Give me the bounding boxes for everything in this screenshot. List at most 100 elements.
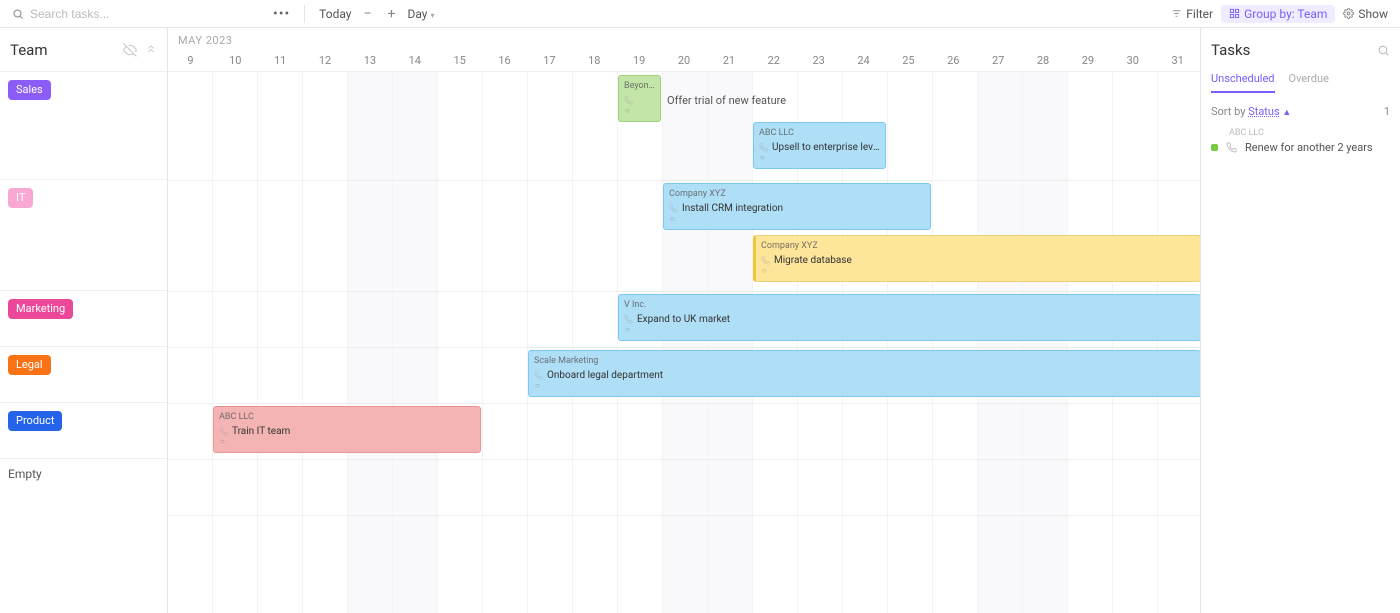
sort-by[interactable]: Sort by Status ▲ (1211, 105, 1291, 118)
task-company: Company XYZ (669, 187, 925, 201)
day-header-23[interactable]: 23 (796, 54, 841, 67)
task-card[interactable]: Company XYZInstall CRM integration○ (663, 183, 931, 230)
grid-row-line (168, 403, 1200, 404)
tab-overdue[interactable]: Overdue (1289, 72, 1329, 93)
day-header-9[interactable]: 9 (168, 54, 213, 67)
grid-column (483, 72, 528, 613)
team-row-marketing: Marketing (0, 291, 167, 347)
team-chip-marketing[interactable]: Marketing (8, 299, 73, 319)
top-toolbar: ••• Today − + Day ▾ Filter Group by: Tea… (0, 0, 1400, 28)
sort-by-label: Sort by (1211, 105, 1245, 118)
grid-column (168, 72, 213, 613)
unscheduled-item[interactable]: ABC LLC Renew for another 2 years (1211, 128, 1390, 154)
search-box[interactable] (12, 7, 185, 21)
today-button[interactable]: Today (319, 7, 351, 21)
day-header-11[interactable]: 11 (258, 54, 303, 67)
grid-column (933, 72, 978, 613)
task-float-label: Offer trial of new feature (667, 94, 786, 107)
day-header-25[interactable]: 25 (886, 54, 931, 67)
day-header-30[interactable]: 30 (1110, 54, 1155, 67)
grid-column (528, 72, 573, 613)
filter-icon (1171, 8, 1182, 19)
unscheduled-title: Renew for another 2 years (1245, 141, 1373, 154)
day-header-10[interactable]: 10 (213, 54, 258, 67)
filter-button[interactable]: Filter (1171, 7, 1213, 21)
task-indicator-icon: ○ (625, 323, 630, 337)
day-header-17[interactable]: 17 (527, 54, 572, 67)
day-header-31[interactable]: 31 (1155, 54, 1200, 67)
search-icon (12, 8, 24, 20)
collapse-icon[interactable] (145, 43, 157, 55)
team-row-it: IT (0, 180, 167, 291)
range-selector[interactable]: Day ▾ (407, 7, 434, 21)
task-card[interactable]: V Inc.Expand to UK market○ (618, 294, 1200, 341)
task-title: Onboard legal department (534, 369, 1195, 383)
tasks-tabs: Unscheduled Overdue (1211, 72, 1390, 93)
grid-row-line (168, 459, 1200, 460)
task-indicator-icon: ○ (760, 151, 765, 165)
team-chip-it[interactable]: IT (8, 188, 33, 208)
team-row-legal: Legal (0, 347, 167, 403)
timeline[interactable]: MAY 2023 9101112131415161718192021222324… (168, 28, 1200, 613)
task-indicator-icon: ○ (220, 435, 225, 449)
day-header-20[interactable]: 20 (662, 54, 707, 67)
zoom-in-button[interactable]: + (384, 6, 400, 22)
task-company: Scale Marketing (534, 354, 1195, 368)
grid-column (1068, 72, 1113, 613)
task-card[interactable]: Company XYZMigrate database○ (753, 235, 1200, 282)
group-by-button[interactable]: Group by: Team (1221, 5, 1335, 23)
tasks-count: 1 (1384, 105, 1390, 118)
grid-column (303, 72, 348, 613)
range-label: Day (407, 7, 427, 21)
search-icon[interactable] (1377, 44, 1390, 57)
eye-off-icon[interactable] (123, 43, 137, 57)
tasks-title: Tasks (1211, 41, 1250, 59)
grid-row-line (168, 515, 1200, 516)
task-company: Company XYZ (761, 239, 1195, 253)
task-card[interactable]: Beyond I...○ (618, 75, 661, 122)
tab-unscheduled[interactable]: Unscheduled (1211, 72, 1275, 93)
day-header-21[interactable]: 21 (707, 54, 752, 67)
task-company: ABC LLC (219, 410, 475, 424)
day-header-12[interactable]: 12 (303, 54, 348, 67)
unscheduled-company: ABC LLC (1229, 128, 1390, 138)
grid-column (438, 72, 483, 613)
task-card[interactable]: Scale MarketingOnboard legal department○ (528, 350, 1200, 397)
team-chip-product[interactable]: Product (8, 411, 62, 431)
search-input[interactable] (30, 7, 185, 21)
day-header-29[interactable]: 29 (1066, 54, 1111, 67)
day-header-22[interactable]: 22 (751, 54, 796, 67)
task-card[interactable]: ABC LLCUpsell to enterprise level○ (753, 122, 886, 169)
chevron-down-icon: ▾ (430, 11, 434, 20)
status-dot (1211, 144, 1218, 151)
task-title: Upsell to enterprise level (759, 141, 880, 155)
grid-column (393, 72, 438, 613)
day-header-26[interactable]: 26 (931, 54, 976, 67)
task-card[interactable]: ABC LLCTrain IT team○ (213, 406, 481, 453)
day-header-16[interactable]: 16 (482, 54, 527, 67)
grid-column (708, 72, 753, 613)
zoom-out-button[interactable]: − (359, 6, 375, 22)
day-header-18[interactable]: 18 (572, 54, 617, 67)
gear-icon (1343, 8, 1354, 19)
day-header-19[interactable]: 19 (617, 54, 662, 67)
grid-column (1113, 72, 1158, 613)
more-icon[interactable]: ••• (273, 6, 290, 22)
show-button[interactable]: Show (1343, 7, 1388, 21)
day-header-13[interactable]: 13 (348, 54, 393, 67)
task-indicator-icon: ○ (762, 264, 767, 278)
task-company: Beyond I... (624, 79, 655, 93)
team-chip-sales[interactable]: Sales (8, 80, 51, 100)
timeline-header: 9101112131415161718192021222324252627282… (168, 28, 1200, 72)
grid-column (663, 72, 708, 613)
grid-column (1023, 72, 1068, 613)
grid-column (213, 72, 258, 613)
day-header-14[interactable]: 14 (392, 54, 437, 67)
grid-row-line (168, 347, 1200, 348)
day-header-24[interactable]: 24 (841, 54, 886, 67)
day-header-15[interactable]: 15 (437, 54, 482, 67)
sort-by-value: Status (1248, 105, 1279, 118)
team-chip-legal[interactable]: Legal (8, 355, 51, 375)
day-header-27[interactable]: 27 (976, 54, 1021, 67)
day-header-28[interactable]: 28 (1021, 54, 1066, 67)
